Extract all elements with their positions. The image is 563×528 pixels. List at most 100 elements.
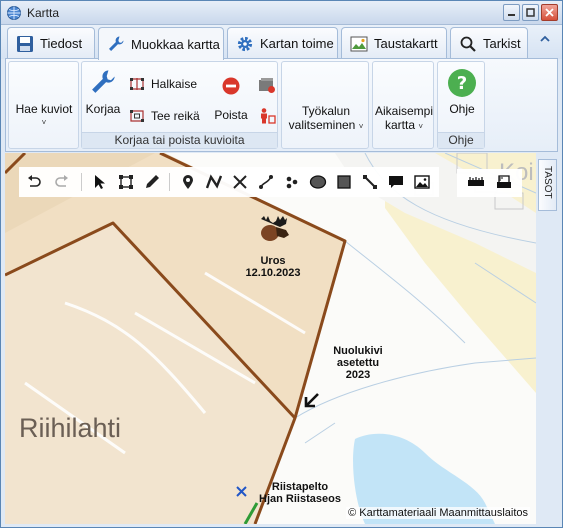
image-tool-button[interactable] bbox=[413, 173, 431, 191]
ohje-label: Ohje bbox=[449, 102, 475, 116]
poista-button[interactable]: Poista bbox=[211, 76, 251, 122]
select-tool-button[interactable] bbox=[91, 173, 109, 191]
split-polygon-icon bbox=[130, 78, 144, 90]
layers-side-tab[interactable]: TASOT bbox=[538, 159, 557, 211]
tab-label: Taustakartt bbox=[374, 36, 438, 51]
korjaa-button[interactable]: Korjaa bbox=[85, 68, 121, 116]
drawing-toolbar bbox=[19, 167, 439, 197]
undo-icon bbox=[28, 175, 41, 187]
tab-kartan-toiminnot[interactable]: Kartan toime bbox=[227, 27, 338, 59]
ellipse-tool-button[interactable] bbox=[309, 173, 327, 191]
search-shapes-icon bbox=[26, 67, 27, 68]
group-aikaisempi: Aikaisempi kartta ˅ bbox=[372, 61, 434, 149]
save-icon bbox=[17, 35, 33, 52]
tyokalun-label-2: valitseminen bbox=[288, 118, 356, 132]
ruler-icon[interactable] bbox=[467, 175, 485, 189]
gear-icon bbox=[237, 36, 253, 51]
tab-label: Muokkaa kartta bbox=[131, 36, 220, 52]
tab-tiedosto[interactable]: Tiedost bbox=[7, 27, 95, 59]
field-label-line2: Hjan Riistaseos bbox=[259, 493, 341, 505]
halkaise-button[interactable]: Halkaise bbox=[129, 76, 197, 92]
rectangle-tool-button[interactable] bbox=[335, 173, 353, 191]
map-canvas[interactable]: Uros 12.10.2023 Nuolukivi asetettu 2023 … bbox=[5, 153, 536, 524]
moose-label: Uros 12.10.2023 bbox=[238, 255, 308, 279]
pencil-icon bbox=[146, 175, 159, 188]
tyokalun-valitseminen-button[interactable]: Työkalun valitseminen ˅ bbox=[284, 104, 368, 134]
redo-button[interactable] bbox=[53, 173, 71, 191]
route-tool-button[interactable] bbox=[257, 173, 275, 191]
zigzag-line-icon bbox=[206, 174, 222, 189]
draw-tool-button[interactable] bbox=[143, 173, 161, 191]
line-tool-button[interactable] bbox=[205, 173, 223, 191]
undo-button[interactable] bbox=[25, 173, 43, 191]
collapse-ribbon-icon[interactable] bbox=[540, 35, 550, 43]
toolbar-divider bbox=[81, 173, 82, 191]
svg-text:?: ? bbox=[457, 73, 467, 94]
measure-tool-button[interactable] bbox=[361, 173, 379, 191]
select-area-button[interactable] bbox=[117, 173, 135, 191]
arrow-marker-icon[interactable] bbox=[303, 391, 321, 409]
multipoint-tool-button[interactable] bbox=[283, 173, 301, 191]
korjaa-label: Korjaa bbox=[85, 102, 121, 116]
magnifier-icon bbox=[460, 36, 476, 52]
location-pin-icon bbox=[183, 175, 193, 189]
area-ruler-icon[interactable] bbox=[495, 173, 513, 191]
maximize-button[interactable] bbox=[522, 4, 539, 21]
image-icon bbox=[414, 175, 430, 189]
tab-taustakartta[interactable]: Taustakartt bbox=[341, 27, 447, 59]
rectangle-icon bbox=[337, 175, 351, 189]
halkaise-label: Halkaise bbox=[151, 77, 198, 91]
polygon-hole-icon bbox=[130, 110, 144, 122]
close-icon bbox=[545, 8, 554, 17]
field-label-line1: Riistapelto bbox=[271, 481, 329, 493]
group-label: Korjaa tai poista kuvioita bbox=[82, 132, 277, 148]
route-icon bbox=[259, 175, 273, 189]
ribbon-panel: Hae kuviot ˅ Korjaa Halkaise Tee reikä P… bbox=[5, 58, 558, 152]
point-tool-button[interactable] bbox=[179, 173, 197, 191]
globe-icon bbox=[7, 6, 21, 20]
comment-tool-button[interactable] bbox=[387, 173, 405, 191]
tee-reika-button[interactable]: Tee reikä bbox=[129, 108, 200, 124]
moose-marker-icon[interactable] bbox=[256, 215, 292, 245]
wrench-icon bbox=[109, 36, 124, 51]
group-ohje: ? Ohje Ohje bbox=[437, 61, 485, 149]
hae-kuviot-label: Hae kuviot bbox=[15, 102, 73, 116]
title-bar: Kartta bbox=[1, 1, 562, 25]
scale-toolbar bbox=[457, 169, 522, 197]
tab-label: Kartan toime bbox=[260, 36, 334, 51]
ohje-button[interactable]: ? Ohje bbox=[440, 68, 484, 116]
tab-label: Tiedost bbox=[40, 36, 83, 51]
poista-label: Poista bbox=[214, 108, 248, 122]
dots-icon bbox=[286, 176, 298, 189]
chevron-down-icon: ˅ bbox=[358, 122, 364, 131]
minimize-icon bbox=[508, 14, 515, 16]
minimize-button[interactable] bbox=[503, 4, 520, 21]
map-copyright: © Karttamateriaali Maanmittauslaitos bbox=[346, 507, 530, 519]
layers-tab-label: TASOT bbox=[542, 166, 553, 199]
cross-arrows-icon bbox=[233, 175, 247, 189]
hae-kuviot-button[interactable]: Hae kuviot ˅ bbox=[13, 102, 75, 130]
game-field-label: Riistapelto Hjan Riistaseos bbox=[245, 481, 355, 505]
cursor-icon bbox=[95, 175, 105, 189]
connect-tool-button[interactable] bbox=[231, 173, 249, 191]
delete-person-icon[interactable] bbox=[258, 107, 276, 125]
salt-label-line2: asetettu bbox=[336, 357, 380, 369]
maximize-icon bbox=[526, 8, 535, 17]
delete-layer-icon[interactable] bbox=[258, 76, 276, 94]
salt-label-line3: 2023 bbox=[345, 369, 371, 381]
help-icon: ? bbox=[448, 69, 476, 97]
measure-line-icon bbox=[363, 175, 377, 189]
map-window: Kartta Tiedost Muokkaa kartta Kartan toi… bbox=[0, 0, 563, 528]
map-base-layer bbox=[5, 153, 536, 524]
place-name-riihilahti: Riihilahti bbox=[19, 413, 122, 443]
search-shapes-icon bbox=[23, 72, 51, 100]
aikaisempi-kartta-button[interactable]: Aikaisempi kartta ˅ bbox=[374, 104, 434, 134]
tee-reika-label: Tee reikä bbox=[151, 109, 200, 123]
close-button[interactable] bbox=[541, 4, 558, 21]
tab-tarkista[interactable]: Tarkist bbox=[450, 27, 528, 59]
tyokalun-label-1: Työkalun bbox=[301, 104, 351, 118]
delete-icon bbox=[222, 77, 240, 95]
tab-muokkaa-kartta[interactable]: Muokkaa kartta bbox=[98, 27, 224, 60]
map-image-icon bbox=[350, 36, 368, 51]
salt-label-line1: Nuolukivi bbox=[333, 345, 383, 357]
